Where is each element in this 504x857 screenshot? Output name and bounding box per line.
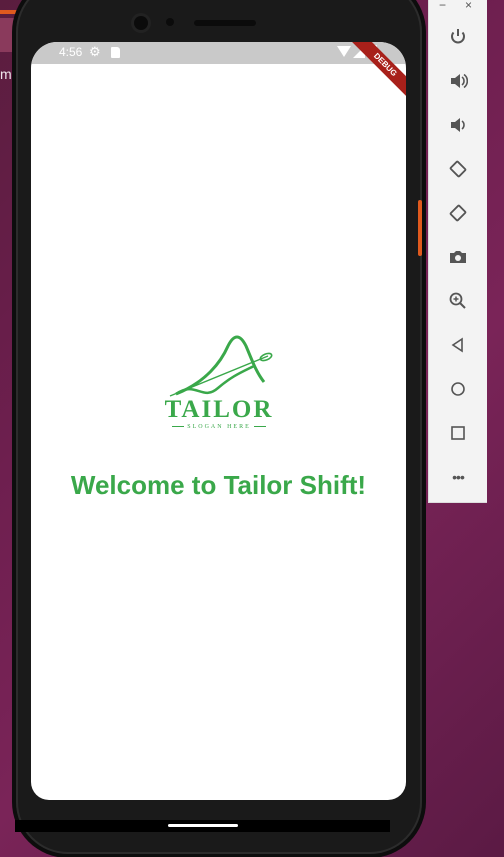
status-bar: 4:56 ⚙ xyxy=(31,42,406,64)
volume-up-icon xyxy=(451,73,468,89)
sd-card-icon xyxy=(111,47,120,58)
rotate-left-icon xyxy=(449,160,467,178)
earpiece-speaker xyxy=(194,20,256,26)
wifi-icon xyxy=(337,46,351,57)
volume-down-icon xyxy=(451,118,465,132)
zoom-icon xyxy=(449,292,466,309)
screenshot-button[interactable] xyxy=(445,244,471,270)
toolbar-window-controls: − × xyxy=(429,0,487,14)
rotate-left-button[interactable] xyxy=(445,156,471,182)
camera-icon xyxy=(450,251,466,263)
phone-frame: 4:56 ⚙ DEBUG TAILOR SLOGAN HERE Welcome … xyxy=(16,0,422,854)
power-icon xyxy=(451,29,465,44)
home-gesture-bar[interactable] xyxy=(168,824,238,827)
close-button[interactable]: × xyxy=(465,0,472,12)
needle-thread-icon xyxy=(169,335,273,397)
sensor-icon xyxy=(166,18,174,26)
logo-wordmark: TAILOR xyxy=(164,396,274,423)
back-button[interactable] xyxy=(445,332,471,358)
gear-icon: ⚙ xyxy=(89,44,101,59)
overview-button[interactable] xyxy=(445,420,471,446)
more-icon: ••• xyxy=(452,469,465,485)
logo-slogan: SLOGAN HERE xyxy=(156,424,282,430)
phone-screen[interactable]: 4:56 ⚙ DEBUG TAILOR SLOGAN HERE Welcome … xyxy=(31,42,406,800)
power-button[interactable] xyxy=(445,24,471,50)
status-time: 4:56 xyxy=(59,45,83,59)
overview-icon xyxy=(451,426,465,440)
phone-side-button[interactable] xyxy=(418,200,422,256)
home-button[interactable] xyxy=(445,376,471,402)
home-icon xyxy=(451,382,465,396)
volume-down-button[interactable] xyxy=(445,112,471,138)
zoom-button[interactable] xyxy=(445,288,471,314)
welcome-heading: Welcome to Tailor Shift! xyxy=(70,470,367,500)
volume-up-button[interactable] xyxy=(445,68,471,94)
front-camera-icon xyxy=(134,16,148,30)
more-button[interactable]: ••• xyxy=(445,464,471,490)
tailor-logo: TAILOR SLOGAN HERE xyxy=(156,332,282,438)
rotate-right-icon xyxy=(449,204,467,222)
minimize-button[interactable]: − xyxy=(439,0,446,12)
back-icon xyxy=(451,337,463,353)
emulator-toolbar: − × ••• xyxy=(428,0,487,503)
rotate-right-button[interactable] xyxy=(445,200,471,226)
